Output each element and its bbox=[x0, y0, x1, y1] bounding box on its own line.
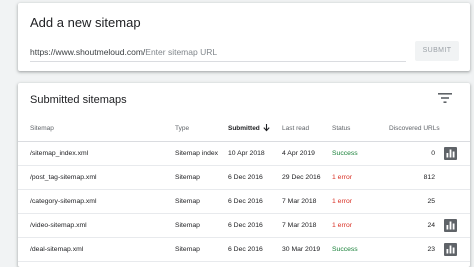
column-header-submitted-label: Submitted bbox=[228, 125, 260, 132]
bar-chart-icon[interactable] bbox=[444, 243, 457, 256]
cell-discovered-urls: 812 bbox=[423, 174, 435, 181]
column-header-discovered-urls[interactable]: Discovered URLs bbox=[389, 124, 440, 133]
cell-status: 1 error bbox=[332, 222, 353, 229]
add-sitemap-card: Add a new sitemap https://www.shoutmelou… bbox=[18, 3, 470, 71]
bar-chart-icon[interactable] bbox=[444, 219, 457, 232]
cell-discovered-urls: 24 bbox=[427, 222, 435, 229]
cell-sitemap[interactable]: /post_tag-sitemap.xml bbox=[30, 166, 97, 189]
cell-submitted: 6 Dec 2016 bbox=[228, 222, 263, 229]
cell-submitted: 6 Dec 2016 bbox=[228, 198, 263, 205]
submit-button[interactable]: SUBMIT bbox=[415, 41, 459, 61]
cell-type: Sitemap bbox=[175, 174, 200, 181]
cell-status: 1 error bbox=[332, 174, 353, 181]
cell-sitemap[interactable]: /sitemap_index.xml bbox=[30, 142, 88, 165]
cell-sitemap[interactable]: /deal-sitemap.xml bbox=[30, 238, 83, 261]
cell-status: 1 error bbox=[332, 198, 353, 205]
filter-icon[interactable] bbox=[438, 92, 452, 104]
table-row[interactable]: /sitemap_index.xml Sitemap index 10 Apr … bbox=[18, 142, 470, 166]
table-row[interactable]: /category-sitemap.xml Sitemap 6 Dec 2016… bbox=[18, 190, 470, 214]
cell-last-read: 7 Mar 2018 bbox=[282, 198, 317, 205]
cell-status: Success bbox=[332, 150, 358, 157]
cell-type: Sitemap bbox=[175, 198, 200, 205]
sitemap-url-input[interactable] bbox=[145, 43, 346, 61]
cell-last-read: 29 Dec 2016 bbox=[282, 174, 321, 181]
column-header-submitted[interactable]: Submitted bbox=[228, 124, 270, 133]
arrow-down-icon bbox=[263, 124, 270, 132]
table-row[interactable]: /post_tag-sitemap.xml Sitemap 6 Dec 2016… bbox=[18, 166, 470, 190]
cell-sitemap[interactable]: /video-sitemap.xml bbox=[30, 214, 87, 237]
cell-last-read: 30 Mar 2019 bbox=[282, 246, 321, 253]
cell-last-read: 4 Apr 2019 bbox=[282, 150, 315, 157]
column-header-type[interactable]: Type bbox=[175, 124, 189, 133]
add-sitemap-title: Add a new sitemap bbox=[30, 15, 141, 30]
column-header-status[interactable]: Status bbox=[332, 124, 350, 133]
cell-status: Success bbox=[332, 246, 358, 253]
cell-last-read: 7 Mar 2018 bbox=[282, 222, 317, 229]
sitemap-url-field[interactable]: https://www.shoutmeloud.com/ bbox=[30, 43, 406, 62]
cell-submitted: 6 Dec 2016 bbox=[228, 246, 263, 253]
bar-chart-icon[interactable] bbox=[444, 147, 457, 160]
column-header-last-read[interactable]: Last read bbox=[282, 124, 309, 133]
table-row[interactable]: /video-sitemap.xml Sitemap 6 Dec 2016 7 … bbox=[18, 214, 470, 238]
cell-type: Sitemap bbox=[175, 222, 200, 229]
cell-type: Sitemap bbox=[175, 246, 200, 253]
cell-discovered-urls: 0 bbox=[431, 150, 435, 157]
column-header-sitemap[interactable]: Sitemap bbox=[30, 124, 54, 133]
table-row[interactable]: /deal-sitemap.xml Sitemap 6 Dec 2016 30 … bbox=[18, 238, 470, 262]
submitted-sitemaps-card: Submitted sitemaps Sitemap Type Submitte… bbox=[18, 83, 470, 267]
cell-discovered-urls: 25 bbox=[427, 198, 435, 205]
cell-discovered-urls: 23 bbox=[427, 246, 435, 253]
url-prefix: https://www.shoutmeloud.com/ bbox=[30, 47, 146, 57]
submitted-sitemaps-title: Submitted sitemaps bbox=[30, 94, 127, 106]
cell-sitemap[interactable]: /category-sitemap.xml bbox=[30, 190, 96, 213]
cell-type: Sitemap index bbox=[175, 150, 219, 157]
cell-submitted: 10 Apr 2018 bbox=[228, 150, 265, 157]
cell-submitted: 6 Dec 2016 bbox=[228, 174, 263, 181]
